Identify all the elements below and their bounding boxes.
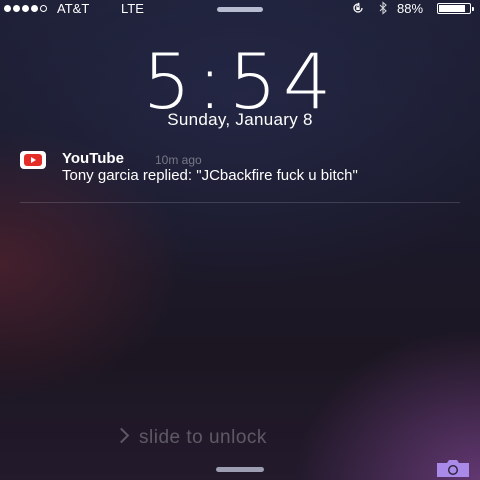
signal-strength-icon bbox=[4, 5, 47, 12]
youtube-icon bbox=[20, 151, 46, 169]
carrier-name: AT&T bbox=[57, 1, 90, 16]
signal-dot bbox=[13, 5, 20, 12]
status-bar: AT&T LTE 88% bbox=[0, 0, 480, 18]
signal-dot bbox=[40, 5, 47, 12]
signal-dot bbox=[4, 5, 11, 12]
network-type: LTE bbox=[121, 1, 144, 16]
camera-icon[interactable] bbox=[436, 458, 470, 478]
battery-percentage: 88% bbox=[397, 1, 424, 16]
orientation-lock-icon bbox=[353, 2, 363, 13]
battery-level bbox=[439, 5, 466, 12]
notification-message: Tony garcia replied: "JCbackfire fuck u … bbox=[62, 167, 358, 184]
play-icon bbox=[31, 157, 36, 163]
control-center-handle[interactable] bbox=[216, 467, 264, 472]
notification-item[interactable]: YouTube 10m ago Tony garcia replied: "JC… bbox=[20, 150, 460, 203]
battery-icon bbox=[437, 3, 474, 14]
bluetooth-icon bbox=[379, 1, 387, 15]
slide-to-unlock[interactable]: slide to unlock bbox=[113, 427, 267, 449]
notification-center-handle[interactable] bbox=[217, 7, 263, 12]
signal-dot bbox=[22, 5, 29, 12]
lock-screen-date: Sunday, January 8 bbox=[167, 110, 313, 129]
chevron-right-icon bbox=[113, 427, 130, 444]
battery-cap bbox=[472, 7, 474, 11]
signal-dot bbox=[31, 5, 38, 12]
notification-time: 10m ago bbox=[155, 153, 202, 167]
slide-to-unlock-label: slide to unlock bbox=[139, 427, 267, 448]
notification-app-name: YouTube bbox=[62, 150, 124, 167]
